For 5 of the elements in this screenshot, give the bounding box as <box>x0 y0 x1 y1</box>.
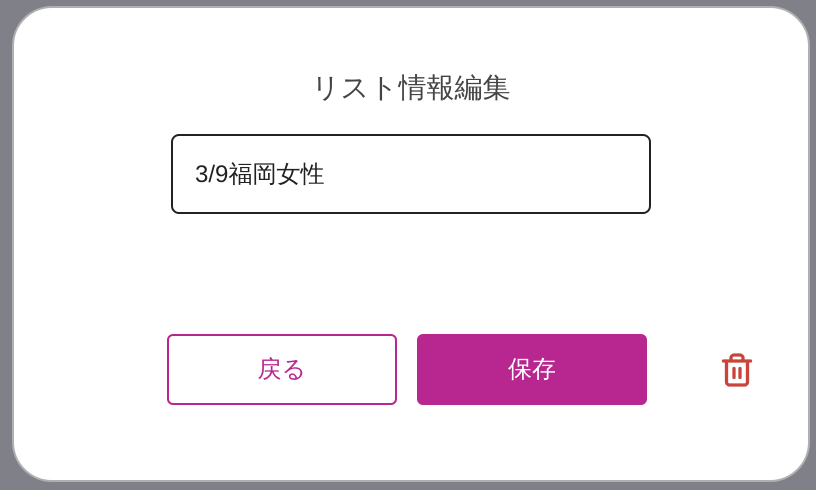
back-button[interactable]: 戻る <box>167 334 397 405</box>
delete-icon[interactable] <box>719 352 755 388</box>
list-name-field[interactable]: 3/9福岡女性 <box>171 134 651 214</box>
dialog-title: リスト情報編集 <box>312 71 510 105</box>
save-button[interactable]: 保存 <box>417 334 647 405</box>
